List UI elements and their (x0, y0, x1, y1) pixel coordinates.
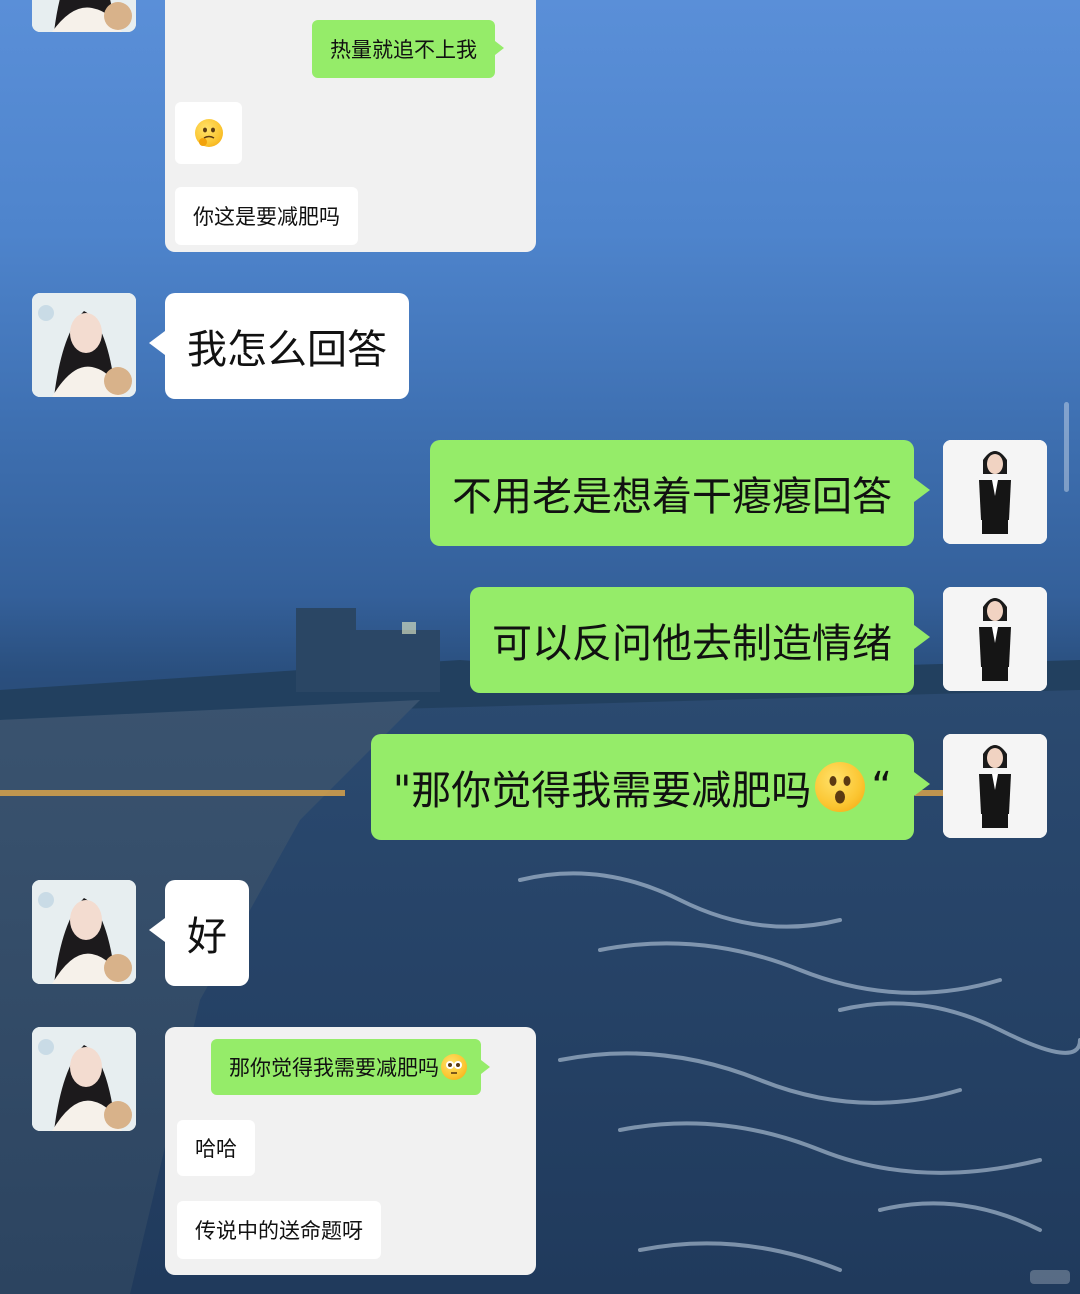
card-incoming-message: 你这是要减肥吗 (175, 187, 358, 245)
message-text-end: “ (871, 764, 892, 810)
bubble-tail (149, 331, 165, 355)
thinking-emoji-icon (194, 119, 223, 147)
contact-avatar[interactable] (32, 880, 136, 984)
contact-avatar[interactable] (32, 1027, 136, 1131)
message-text: 可以反问他去制造情绪 (492, 621, 892, 667)
woman-avatar-icon (32, 293, 136, 397)
my-avatar[interactable] (943, 440, 1047, 544)
my-avatar[interactable] (943, 587, 1047, 691)
flushed-emoji-icon (441, 1054, 467, 1080)
card-outgoing-message: 那你觉得我需要减肥吗 (211, 1039, 490, 1095)
card-outgoing-message: 热量就追不上我 (312, 20, 504, 78)
card-outgoing-text: 热量就追不上我 (330, 38, 477, 62)
card-incoming-text: 传说中的送命题呀 (195, 1219, 363, 1243)
contact-avatar[interactable] (32, 0, 136, 32)
bubble-tail (495, 41, 504, 55)
bubble-tail (914, 772, 930, 796)
card-incoming-emoji (175, 102, 242, 164)
incoming-message[interactable]: 我怎么回答 (149, 293, 409, 399)
woman-avatar-icon (32, 880, 136, 984)
woman-avatar-icon (32, 1027, 136, 1131)
my-avatar[interactable] (943, 734, 1047, 838)
bubble-tail (149, 918, 165, 942)
scrollbar[interactable] (1064, 402, 1069, 492)
message-text: 好 (187, 914, 227, 960)
forwarded-chat-card[interactable]: 热量就追不上我 你这是要减肥吗 (165, 0, 536, 252)
bubble-tail (481, 1060, 490, 1074)
outgoing-message[interactable]: "那你觉得我需要减肥吗 “ (370, 734, 930, 840)
outgoing-message[interactable]: 可以反问他去制造情绪 (470, 587, 930, 693)
woman-in-suit-avatar-icon (943, 587, 1047, 691)
bubble-tail (914, 478, 930, 502)
message-text: 不用老是想着干瘪瘪回答 (452, 474, 892, 520)
card-incoming-text: 哈哈 (195, 1137, 237, 1161)
contact-avatar[interactable] (32, 293, 136, 397)
card-incoming-message: 传说中的送命题呀 (177, 1201, 381, 1259)
outgoing-message[interactable]: 不用老是想着干瘪瘪回答 (430, 440, 930, 546)
woman-in-suit-avatar-icon (943, 440, 1047, 544)
chat-view[interactable]: 热量就追不上我 你这是要减肥吗 我怎么回答 不用老是想着干瘪瘪回答 可以反问他去… (0, 0, 1080, 1294)
card-incoming-text: 你这是要减肥吗 (193, 205, 340, 229)
message-text: "那你觉得我需要减肥吗 (392, 768, 812, 814)
card-outgoing-text: 那你觉得我需要减肥吗 (229, 1056, 439, 1080)
bubble-tail (914, 625, 930, 649)
card-incoming-message: 哈哈 (177, 1120, 255, 1176)
woman-in-suit-avatar-icon (943, 734, 1047, 838)
woman-avatar-icon (32, 0, 136, 32)
forwarded-chat-card[interactable]: 那你觉得我需要减肥吗 哈哈 传说中的送命题呀 (165, 1027, 536, 1275)
incoming-message[interactable]: 好 (149, 880, 249, 986)
message-text: 我怎么回答 (187, 327, 387, 373)
hushed-emoji-icon (815, 762, 866, 812)
watermark (1030, 1270, 1070, 1284)
